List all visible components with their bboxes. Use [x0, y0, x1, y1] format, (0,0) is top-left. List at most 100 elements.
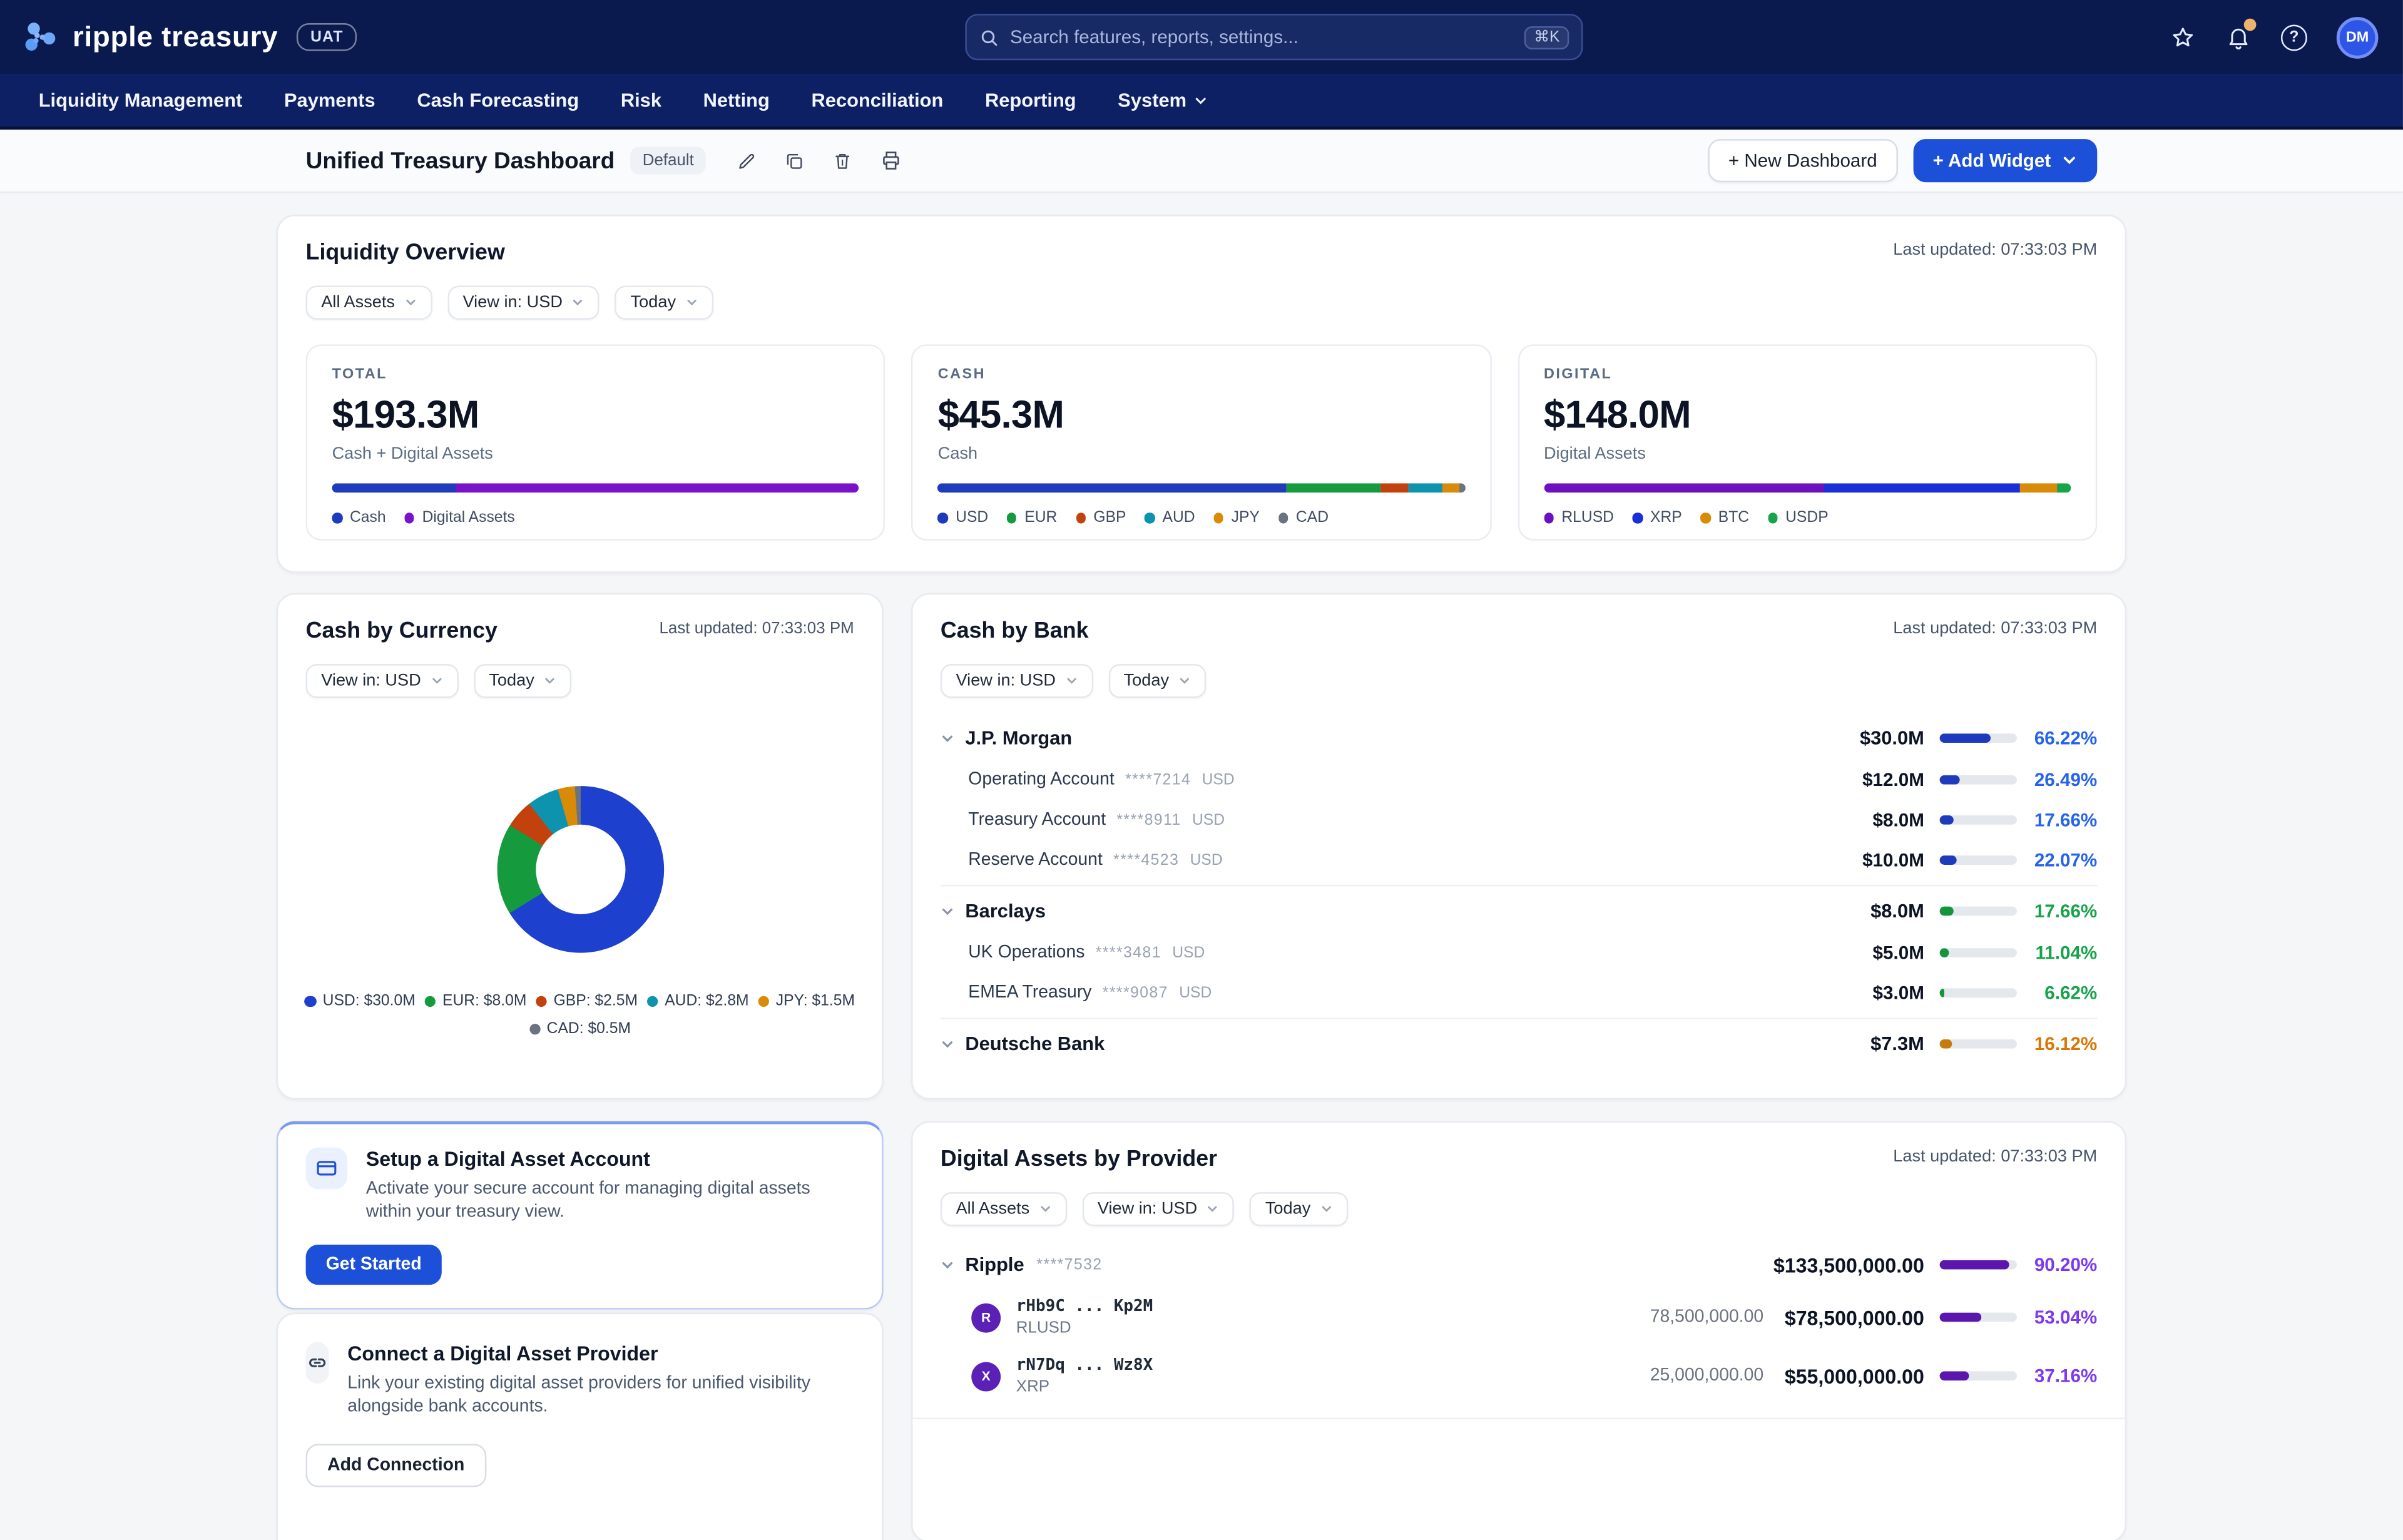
account-name: Treasury Account	[968, 810, 1106, 830]
bank-row[interactable]: Barclays $8.0M 17.66%	[941, 889, 2097, 932]
account-row: Operating Account ****7214 USD $12.0M 26…	[941, 760, 2097, 800]
credit-card-icon	[305, 1147, 348, 1190]
chevron-down-icon	[1040, 1206, 1050, 1212]
search-placeholder: Search features, reports, settings...	[1009, 26, 1298, 48]
chevron-down-icon	[432, 678, 441, 684]
chevron-down-icon	[942, 1040, 953, 1048]
filter-view-in-usd[interactable]: View in: USD	[305, 664, 458, 698]
nav-system[interactable]: System	[1118, 89, 1208, 111]
account-progress-bar	[1939, 987, 2017, 998]
favorite-star-icon[interactable]	[2170, 24, 2196, 50]
filter-view-in-usd[interactable]: View in: USD	[1082, 1192, 1235, 1226]
print-icon[interactable]	[880, 150, 902, 171]
filter-today[interactable]: Today	[1108, 664, 1207, 698]
chevron-down-icon	[545, 678, 554, 684]
filter-all-assets[interactable]: All Assets	[940, 1192, 1067, 1226]
metric-digital: DIGITAL $148.0M Digital Assets RLUSD XRP B…	[1517, 344, 2098, 540]
account-currency: USD	[1172, 945, 1205, 962]
account-name: UK Operations	[968, 943, 1085, 962]
setup-description: Activate your secure account for managin…	[365, 1180, 810, 1222]
duplicate-copy-icon[interactable]	[785, 151, 805, 171]
account-progress-bar	[1939, 815, 2017, 825]
cash-by-currency-card: Cash by Currency Last updated: 07:33:03 …	[276, 593, 884, 1100]
metric-label: CASH	[937, 365, 986, 382]
get-started-button[interactable]: Get Started	[305, 1245, 442, 1285]
account-currency: USD	[1191, 812, 1225, 830]
account-currency: USD	[1190, 852, 1223, 870]
new-dashboard-button[interactable]: + New Dashboard	[1708, 139, 1897, 183]
filter-today[interactable]: Today	[1250, 1192, 1348, 1226]
account-masked: ****4523	[1113, 852, 1180, 870]
delete-trash-icon[interactable]	[833, 151, 853, 171]
asset-native-amount: 78,500,000.00	[1650, 1308, 1764, 1327]
currency-legend: USD: $30.0M EUR: $8.0M GBP: $2.5M AUD: $2.8…	[290, 993, 869, 1038]
legend-item: JPY: $1.5M	[758, 993, 855, 1010]
nav-netting[interactable]: Netting	[703, 89, 770, 111]
nav-reconciliation[interactable]: Reconciliation	[812, 89, 944, 111]
search-input[interactable]: Search features, reports, settings... ⌘K	[965, 14, 1583, 61]
filter-view-in-usd[interactable]: View in: USD	[447, 285, 600, 319]
setup-digital-asset-card: Setup a Digital Asset Account Activate y…	[276, 1121, 884, 1309]
nav-payments[interactable]: Payments	[284, 89, 375, 111]
legend-item: Cash	[332, 509, 386, 527]
filter-view-in-usd[interactable]: View in: USD	[940, 664, 1093, 698]
nav-liquidity-management[interactable]: Liquidity Management	[39, 89, 243, 111]
account-amount: $10.0M	[1862, 849, 1924, 871]
legend-item: JPY	[1213, 509, 1260, 527]
avatar[interactable]: DM	[2336, 16, 2379, 58]
filter-today[interactable]: Today	[615, 285, 713, 319]
asset-token: XRP	[1016, 1377, 1050, 1396]
divider	[940, 1017, 2098, 1019]
metric-value: $45.3M	[937, 393, 1064, 437]
account-amount: $12.0M	[1862, 768, 1924, 791]
provider-row[interactable]: Ripple ****7532 $133,500,000.00 90.20%	[941, 1242, 2097, 1288]
page-header: Unified Treasury Dashboard Default + New…	[0, 130, 2403, 193]
bank-amount: $7.3M	[1870, 1033, 1924, 1055]
bank-progress-bar	[1939, 905, 2017, 917]
account-currency: USD	[1202, 772, 1235, 790]
cash-by-currency-title: Cash by Currency	[305, 619, 497, 645]
bank-row[interactable]: Deutsche Bank $7.3M 16.12%	[941, 1022, 2097, 1066]
asset-token: RLUSD	[1016, 1318, 1071, 1338]
bank-percent: 16.12%	[2034, 1033, 2098, 1055]
top-bar: ripple treasury UAT Search features, rep…	[0, 0, 2403, 74]
chevron-down-icon	[942, 1261, 953, 1268]
divider	[940, 884, 2098, 886]
metric-total: TOTAL $193.3M Cash + Digital Assets Cash…	[305, 344, 885, 540]
account-progress-bar	[1939, 855, 2017, 865]
help-icon[interactable]: ?	[2280, 24, 2307, 51]
provider-progress-bar	[1939, 1260, 2017, 1270]
bank-row[interactable]: J.P. Morgan $30.0M 66.22%	[941, 716, 2097, 760]
metric-value: $148.0M	[1543, 393, 1691, 437]
account-amount: $3.0M	[1872, 982, 1924, 1004]
add-connection-button[interactable]: Add Connection	[305, 1443, 486, 1487]
metric-sublabel: Digital Assets	[1543, 444, 1646, 463]
bank-progress-bar	[1939, 1039, 2017, 1049]
asset-progress-bar	[1939, 1370, 2017, 1381]
legend-item: RLUSD	[1543, 509, 1614, 527]
nav-cash-forecasting[interactable]: Cash Forecasting	[417, 89, 579, 111]
add-widget-button[interactable]: + Add Widget	[1912, 139, 2098, 183]
edit-pencil-icon[interactable]	[737, 151, 757, 171]
nav-reporting[interactable]: Reporting	[985, 89, 1076, 111]
filter-all-assets[interactable]: All Assets	[305, 285, 432, 319]
metric-cash: CASH $45.3M Cash USD EUR GBP AUD JPY CAD	[911, 344, 1492, 540]
account-percent: 26.49%	[2034, 768, 2098, 791]
legend-item: AUD: $2.8M	[646, 993, 749, 1010]
last-updated: Last updated: 07:33:03 PM	[1893, 240, 2098, 259]
account-row: Reserve Account ****4523 USD $10.0M 22.0…	[941, 840, 2097, 880]
brand: ripple treasury UAT	[0, 19, 357, 55]
legend-item: CAD	[1278, 509, 1329, 527]
bank-name: J.P. Morgan	[965, 727, 1073, 749]
liquidity-overview-card: Liquidity Overview Last updated: 07:33:0…	[276, 213, 2127, 573]
chevron-down-icon	[1208, 1206, 1218, 1212]
nav-risk[interactable]: Risk	[621, 89, 661, 111]
chevron-down-icon	[406, 298, 415, 305]
page-title: Unified Treasury Dashboard	[305, 147, 615, 174]
metric-legend: Cash Digital Assets	[332, 509, 859, 527]
notifications-bell-icon[interactable]	[2225, 18, 2257, 50]
asset-percent: 53.04%	[2034, 1306, 2098, 1328]
account-masked: ****7214	[1125, 772, 1191, 790]
account-masked: ****8911	[1116, 812, 1181, 830]
filter-today[interactable]: Today	[473, 664, 572, 698]
